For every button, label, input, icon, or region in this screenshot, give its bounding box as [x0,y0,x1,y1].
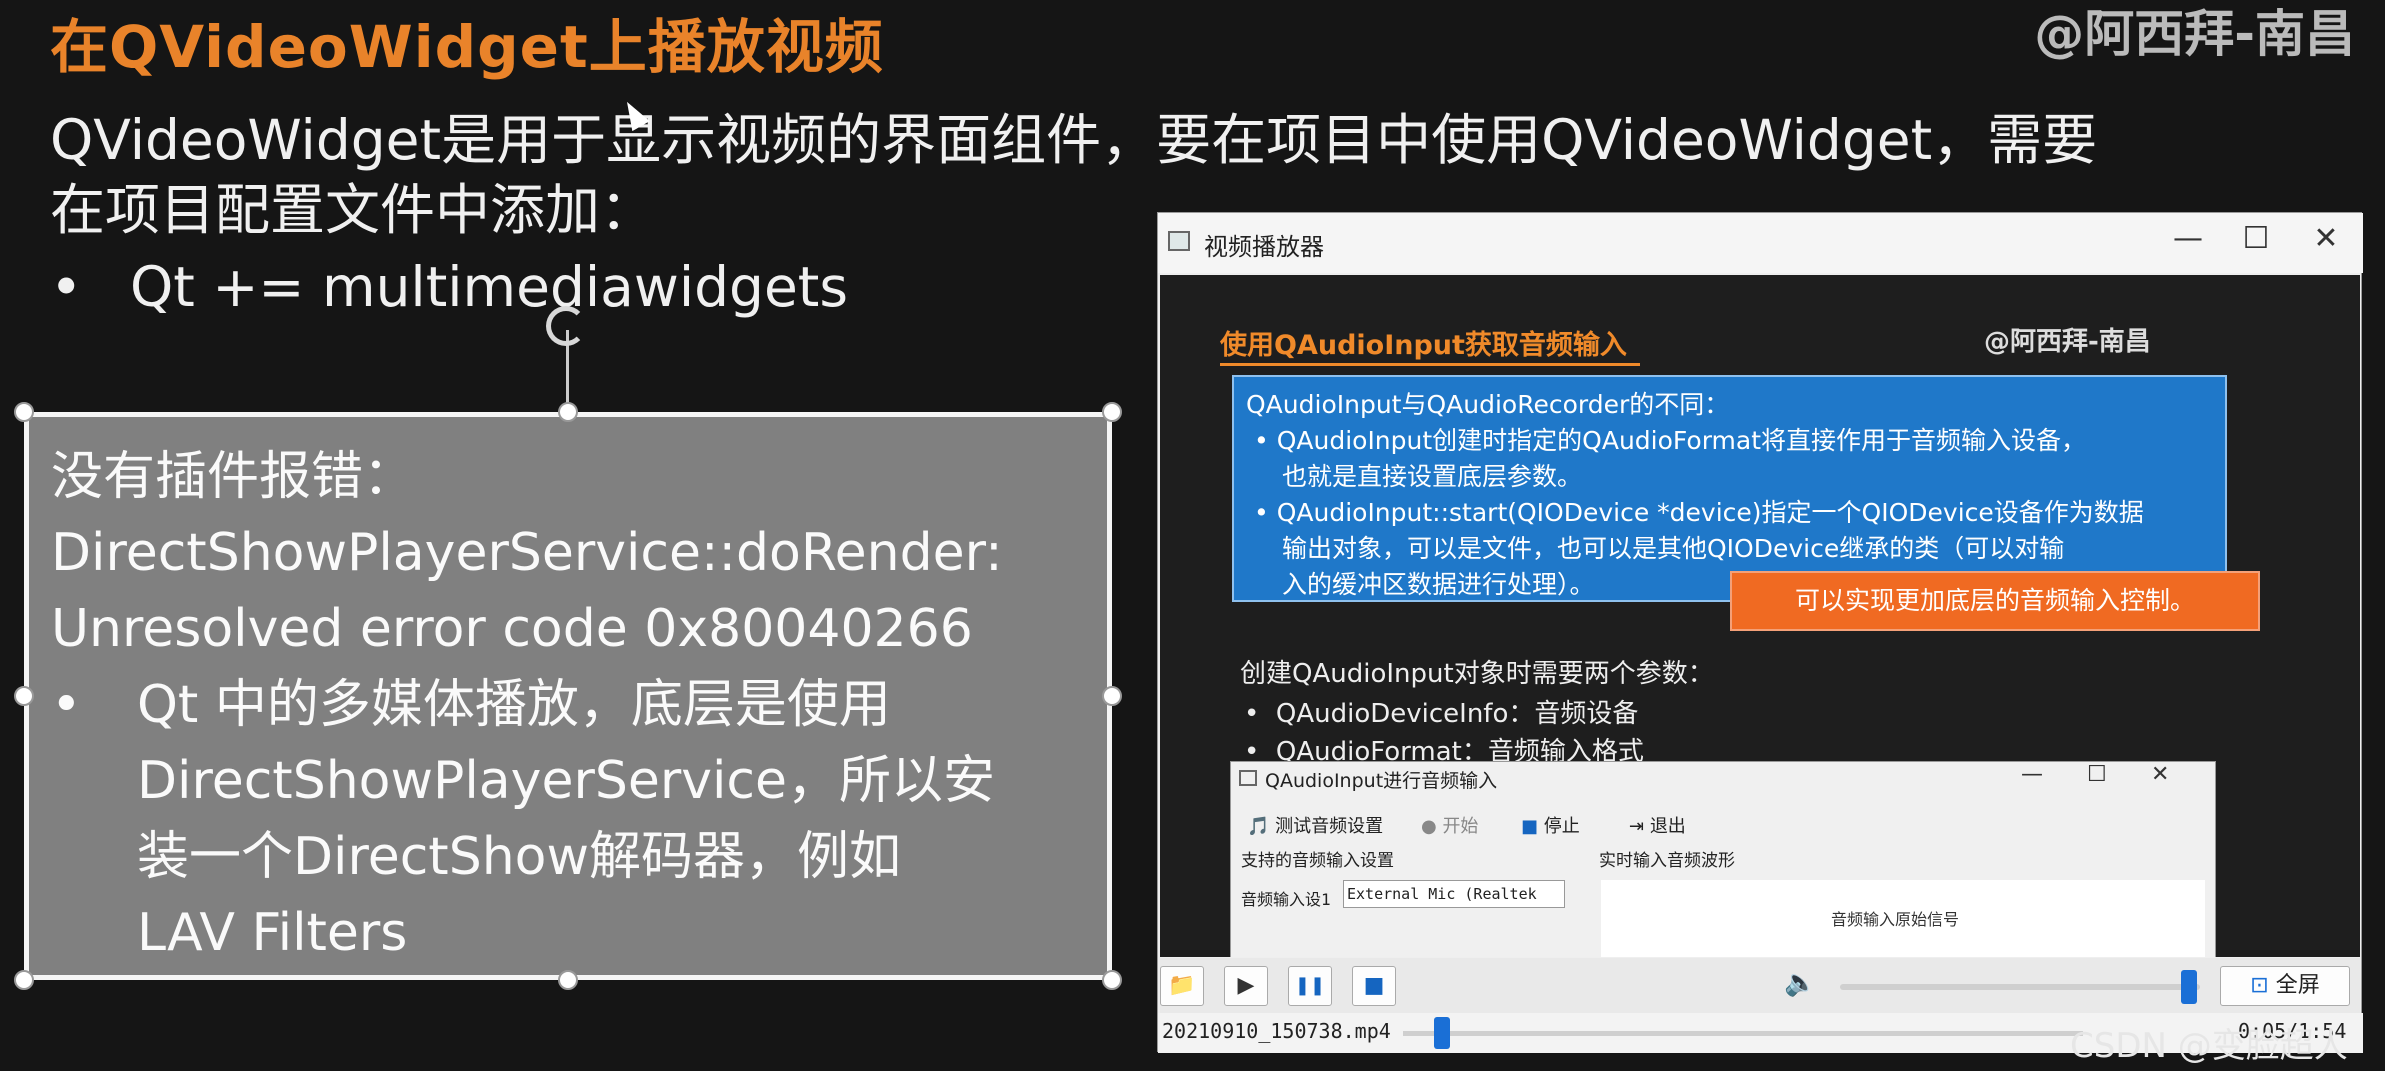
maximize-button[interactable]: ☐ [2226,221,2286,256]
toolbar-exit-label: 退出 [1649,816,1686,837]
rotate-handle-icon[interactable] [546,306,586,346]
error-bullet-mark: • [51,675,82,735]
player-title-bar[interactable]: 视频播放器 — ☐ ✕ [1158,213,2363,273]
group-waveform: 实时输入音频波形 [1599,851,1735,871]
resize-handle-se[interactable] [1102,970,1122,990]
toolbar-test-label: 测试音频设置 [1275,816,1384,837]
volume-icon: 🔈 [1784,968,1817,998]
volume-slider[interactable] [1840,970,2200,1004]
bullet-multimediawidgets: • Qt += multimediawidgets [50,252,848,322]
video-watermark: @阿西拜-南昌 [1984,327,2151,357]
error-line-2: DirectShowPlayerService::doRender: [51,523,1003,583]
device-label: 音频输入设1 [1241,890,1331,909]
param-1-text: QAudioDeviceInfo：音频设备 [1275,699,1639,729]
video-heading: 使用QAudioInput获取音频输入 [1220,330,1627,361]
group-audio-settings: 支持的音频输入设置 [1241,851,1394,871]
resize-handle-n[interactable] [558,402,578,422]
video-widget[interactable]: 使用QAudioInput获取音频输入 @阿西拜-南昌 QAudioInput与… [1160,275,2360,957]
open-file-button[interactable]: 📁 [1160,966,1204,1006]
bullet-mark: • [50,255,83,319]
blue-title: QAudioInput与QAudioRecorder的不同： [1246,390,1730,419]
intro-line-1: QVideoWidget是用于显示视频的界面组件，要在项目中使用QVideoWi… [50,108,2098,172]
stop-button[interactable]: ■ [1352,966,1396,1006]
intro-line-2: 在项目配置文件中添加： [50,178,656,242]
error-bullet-line-1: Qt 中的多媒体播放，底层是使用 [137,675,891,735]
play-icon: ▶ [1237,973,1255,998]
sub-window-icon [1239,770,1257,786]
blue-b2-l1-text: QAudioInput::start(QIODevice *device)指定一… [1276,498,2144,527]
error-bullet-line-3: 装一个DirectShow解码器，例如 [137,827,902,887]
volume-slider-handle[interactable] [2181,970,2198,1004]
blue-info-box: QAudioInput与QAudioRecorder的不同： • QAudioI… [1232,375,2227,602]
waveform-label: 音频输入原始信号 [1831,910,1960,929]
toolbar-exit: ⇥ 退出 [1629,816,1686,837]
progress-slider[interactable] [1403,1017,2083,1049]
progress-slider-handle[interactable] [1433,1017,1450,1049]
toolbar-stop-label: 停止 [1543,816,1580,837]
blue-bullet-2-line-1: • QAudioInput::start(QIODevice *device)指… [1254,498,2144,527]
error-text-box[interactable]: 没有插件报错： DirectShowPlayerService::doRende… [24,412,1112,980]
error-bullet-line-4: LAV Filters [137,903,408,963]
resize-handle-e[interactable] [1102,686,1122,706]
device-select: External Mic (Realtek [1343,880,1565,908]
video-player-window[interactable]: 视频播放器 — ☐ ✕ 使用QAudioInput获取音频输入 @阿西拜-南昌 … [1157,212,2363,1053]
player-control-bar: 📁 ▶ ❚❚ ■ 🔈 ⊡ 全屏 [1160,958,2360,1014]
blue-bullet-2-line-2: 输出对象，可以是文件，也可以是其他QIODevice继承的类（可以对输 [1282,534,2065,563]
fullscreen-button[interactable]: ⊡ 全屏 [2220,966,2350,1006]
resize-handle-sw[interactable] [14,970,34,990]
file-name: 20210910_150738.mp4 [1162,1019,1391,1043]
toolbar-start-label: 开始 [1442,816,1479,837]
app-window-icon [1168,231,1190,251]
resize-handle-s[interactable] [558,970,578,990]
resize-handle-nw[interactable] [14,402,34,422]
blue-bullet-1-line-1: • QAudioInput创建时指定的QAudioFormat将直接作用于音频输… [1254,426,2087,455]
audio-input-subwindow: QAudioInput进行音频输入 — ☐ ✕ 🎵 测试音频设置 ● 开始 ■ … [1230,761,2216,957]
orange-note: 可以实现更加底层的音频输入控制。 [1730,571,2260,631]
sub-maximize-icon: ☐ [2087,762,2107,787]
csdn-watermark: CSDN @变脸超人 [2070,1026,2348,1066]
stop-icon: ■ [1363,973,1385,998]
error-heading: 没有插件报错： [51,447,416,507]
blue-bullet-1-line-2: 也就是直接设置底层参数。 [1282,462,1583,491]
toolbar-stop: ■ 停止 [1521,816,1580,837]
resize-handle-w[interactable] [14,686,34,706]
param-1: • QAudioDeviceInfo：音频设备 [1244,699,1639,729]
pause-icon: ❚❚ [1294,975,1326,996]
fullscreen-icon: ⊡ [2250,973,2269,998]
sub-minimize-icon: — [2021,762,2043,787]
play-button[interactable]: ▶ [1224,966,1268,1006]
sub-window-title: QAudioInput进行音频输入 [1265,770,1498,792]
params-title: 创建QAudioInput对象时需要两个参数： [1240,659,1714,689]
player-title: 视频播放器 [1204,233,1324,261]
pause-button[interactable]: ❚❚ [1288,966,1332,1006]
error-line-3: Unresolved error code 0x80040266 [51,599,973,659]
watermark-top: @阿西拜-南昌 [2034,5,2355,63]
sub-close-icon: ✕ [2151,762,2170,787]
close-button[interactable]: ✕ [2296,221,2356,256]
heading-underline [1220,363,1640,366]
resize-handle-ne[interactable] [1102,402,1122,422]
error-bullet-line-2: DirectShowPlayerService，所以安 [137,751,996,811]
slide-title: 在QVideoWidget上播放视频 [50,13,884,81]
bullet-text: Qt += multimediawidgets [130,255,849,319]
toolbar-test-audio: 🎵 测试音频设置 [1247,816,1384,837]
folder-icon: 📁 [1168,973,1196,998]
minimize-button[interactable]: — [2158,221,2218,256]
fullscreen-label: 全屏 [2275,973,2320,998]
blue-b1-l1-text: QAudioInput创建时指定的QAudioFormat将直接作用于音频输入设… [1276,426,2087,455]
waveform-area: 音频输入原始信号 [1601,880,2205,957]
toolbar-start: ● 开始 [1421,816,1479,837]
